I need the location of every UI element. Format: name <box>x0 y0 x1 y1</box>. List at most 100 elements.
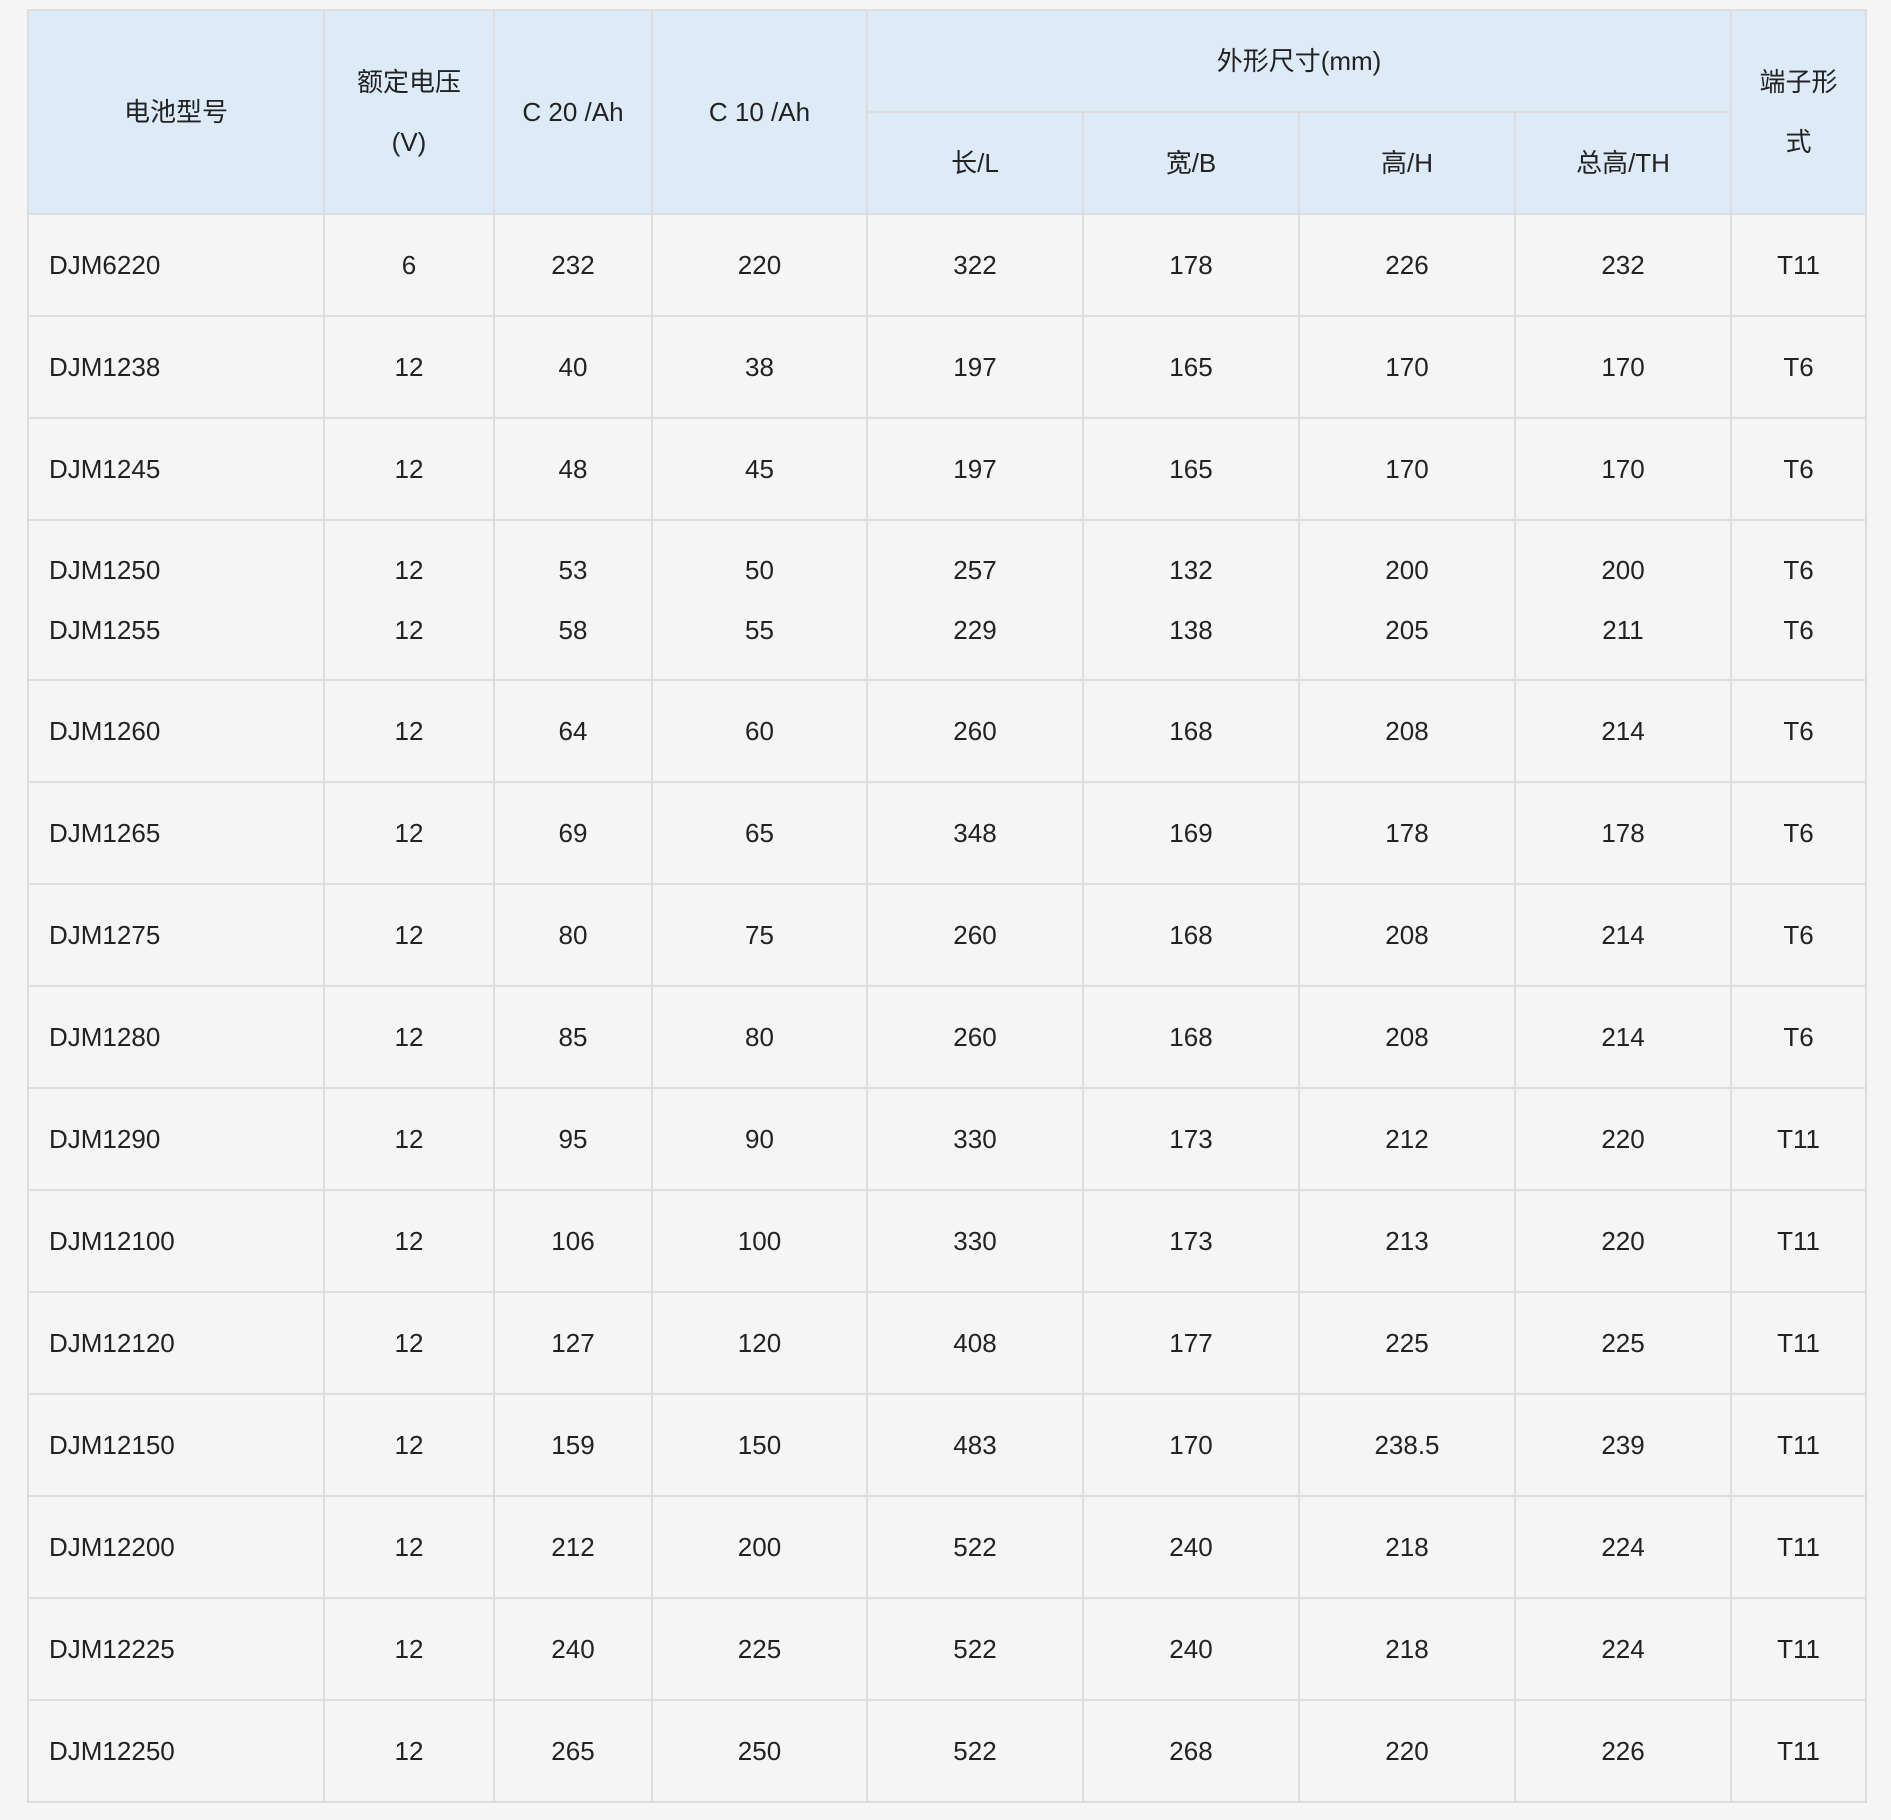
cell-length: 330 <box>866 1189 1084 1293</box>
cell-height-line: 200 <box>1385 555 1429 585</box>
table-row: DJM1260 12 64 60 260 168 208 214 T6 <box>27 679 1868 783</box>
table-row-double: DJM1250 DJM1255 12 12 53 58 50 55 257 22… <box>27 519 1868 681</box>
cell-c20: 48 <box>493 417 653 521</box>
cell-width: 170 <box>1082 1393 1300 1497</box>
header-model: 电池型号 <box>27 9 325 215</box>
header-voltage: 额定电压 (V) <box>323 9 495 215</box>
cell-c20: 265 <box>493 1699 653 1803</box>
cell-width: 173 <box>1082 1087 1300 1191</box>
cell-c10: 45 <box>651 417 868 521</box>
cell-voltage: 12 <box>323 1597 495 1701</box>
cell-c10: 60 <box>651 679 868 783</box>
cell-terminal: T11 <box>1730 1597 1868 1701</box>
cell-model: DJM1245 <box>27 417 325 521</box>
cell-width-line: 132 <box>1169 555 1213 585</box>
cell-length: 348 <box>866 781 1084 885</box>
cell-c10: 225 <box>651 1597 868 1701</box>
cell-height: 200 205 <box>1298 519 1516 681</box>
header-length: 长/L <box>866 111 1084 215</box>
cell-voltage: 12 <box>323 1393 495 1497</box>
cell-total-height: 220 <box>1513 1189 1733 1293</box>
cell-length: 522 <box>866 1495 1084 1599</box>
cell-model: DJM1290 <box>27 1087 325 1191</box>
cell-width: 168 <box>1082 985 1300 1089</box>
cell-terminal: T6 <box>1730 315 1868 419</box>
cell-total-height: 170 <box>1513 417 1733 521</box>
cell-voltage: 12 <box>323 417 495 521</box>
table-row: DJM6220 6 232 220 322 178 226 232 T11 <box>27 213 1868 317</box>
cell-c20: 232 <box>493 213 653 317</box>
cell-terminal-line: T6 <box>1783 555 1814 585</box>
cell-width: 240 <box>1082 1495 1300 1599</box>
cell-c10-line: 50 <box>745 555 774 585</box>
cell-c10: 100 <box>651 1189 868 1293</box>
cell-total-height: 224 <box>1513 1597 1733 1701</box>
cell-model: DJM1265 <box>27 781 325 885</box>
cell-total-height: 232 <box>1513 213 1733 317</box>
cell-length-line: 257 <box>953 555 997 585</box>
cell-model: DJM1250 DJM1255 <box>27 519 325 681</box>
cell-width: 169 <box>1082 781 1300 885</box>
cell-length: 483 <box>866 1393 1084 1497</box>
cell-terminal: T6 <box>1730 781 1868 885</box>
cell-height: 208 <box>1298 985 1516 1089</box>
cell-c20: 69 <box>493 781 653 885</box>
cell-length: 522 <box>866 1597 1084 1701</box>
cell-width: 173 <box>1082 1189 1300 1293</box>
header-c10: C 10 /Ah <box>651 9 868 215</box>
cell-total-height: 239 <box>1513 1393 1733 1497</box>
table-row: DJM1275 12 80 75 260 168 208 214 T6 <box>27 883 1868 987</box>
cell-c10: 75 <box>651 883 868 987</box>
header-voltage-line2: (V) <box>391 127 427 157</box>
cell-length: 322 <box>866 213 1084 317</box>
header-voltage-line1: 额定电压 <box>356 67 461 97</box>
cell-model: DJM12250 <box>27 1699 325 1803</box>
cell-voltage: 12 <box>323 781 495 885</box>
cell-total-height: 214 <box>1513 985 1733 1089</box>
table-row: DJM12225 12 240 225 522 240 218 224 T11 <box>27 1597 1868 1701</box>
cell-total-height: 170 <box>1513 315 1733 419</box>
cell-width: 165 <box>1082 315 1300 419</box>
cell-terminal: T11 <box>1730 1291 1868 1395</box>
cell-voltage: 12 <box>323 315 495 419</box>
cell-c10: 65 <box>651 781 868 885</box>
cell-height: 208 <box>1298 883 1516 987</box>
table-row: DJM1265 12 69 65 348 169 178 178 T6 <box>27 781 1868 885</box>
cell-model: DJM6220 <box>27 213 325 317</box>
cell-voltage: 12 <box>323 1291 495 1395</box>
cell-voltage: 6 <box>323 213 495 317</box>
cell-terminal: T11 <box>1730 1699 1868 1803</box>
header-row-1: 电池型号 额定电压 (V) C 20 /Ah C 10 /Ah 外形尺寸(mm)… <box>27 9 1868 215</box>
cell-c20-line: 58 <box>558 615 588 645</box>
cell-height: 170 <box>1298 315 1516 419</box>
cell-width: 240 <box>1082 1597 1300 1701</box>
cell-model: DJM1275 <box>27 883 325 987</box>
cell-voltage-line: 12 <box>394 615 424 645</box>
cell-c10: 150 <box>651 1393 868 1497</box>
table-body: DJM6220 6 232 220 322 178 226 232 T11 DJ… <box>27 213 1868 1803</box>
header-c20: C 20 /Ah <box>493 9 653 215</box>
cell-length: 522 <box>866 1699 1084 1803</box>
cell-c20: 85 <box>493 985 653 1089</box>
cell-terminal: T11 <box>1730 1189 1868 1293</box>
cell-total-height: 225 <box>1513 1291 1733 1395</box>
cell-total-height: 224 <box>1513 1495 1733 1599</box>
cell-terminal: T11 <box>1730 1087 1868 1191</box>
table-row: DJM12150 12 159 150 483 170 238.5 239 T1… <box>27 1393 1868 1497</box>
cell-c20: 106 <box>493 1189 653 1293</box>
table-row: DJM12250 12 265 250 522 268 220 226 T11 <box>27 1699 1868 1803</box>
cell-terminal: T6 <box>1730 985 1868 1089</box>
cell-model: DJM12150 <box>27 1393 325 1497</box>
cell-length: 408 <box>866 1291 1084 1395</box>
table-header: 电池型号 额定电压 (V) C 20 /Ah C 10 /Ah 外形尺寸(mm)… <box>27 9 1868 215</box>
cell-terminal: T11 <box>1730 1393 1868 1497</box>
cell-total-height-line: 211 <box>1602 615 1644 645</box>
cell-c20: 80 <box>493 883 653 987</box>
cell-width: 168 <box>1082 883 1300 987</box>
cell-c20: 212 <box>493 1495 653 1599</box>
cell-voltage: 12 <box>323 1699 495 1803</box>
cell-total-height: 214 <box>1513 679 1733 783</box>
cell-length: 197 <box>866 417 1084 521</box>
cell-voltage-line: 12 <box>394 555 424 585</box>
cell-height: 213 <box>1298 1189 1516 1293</box>
